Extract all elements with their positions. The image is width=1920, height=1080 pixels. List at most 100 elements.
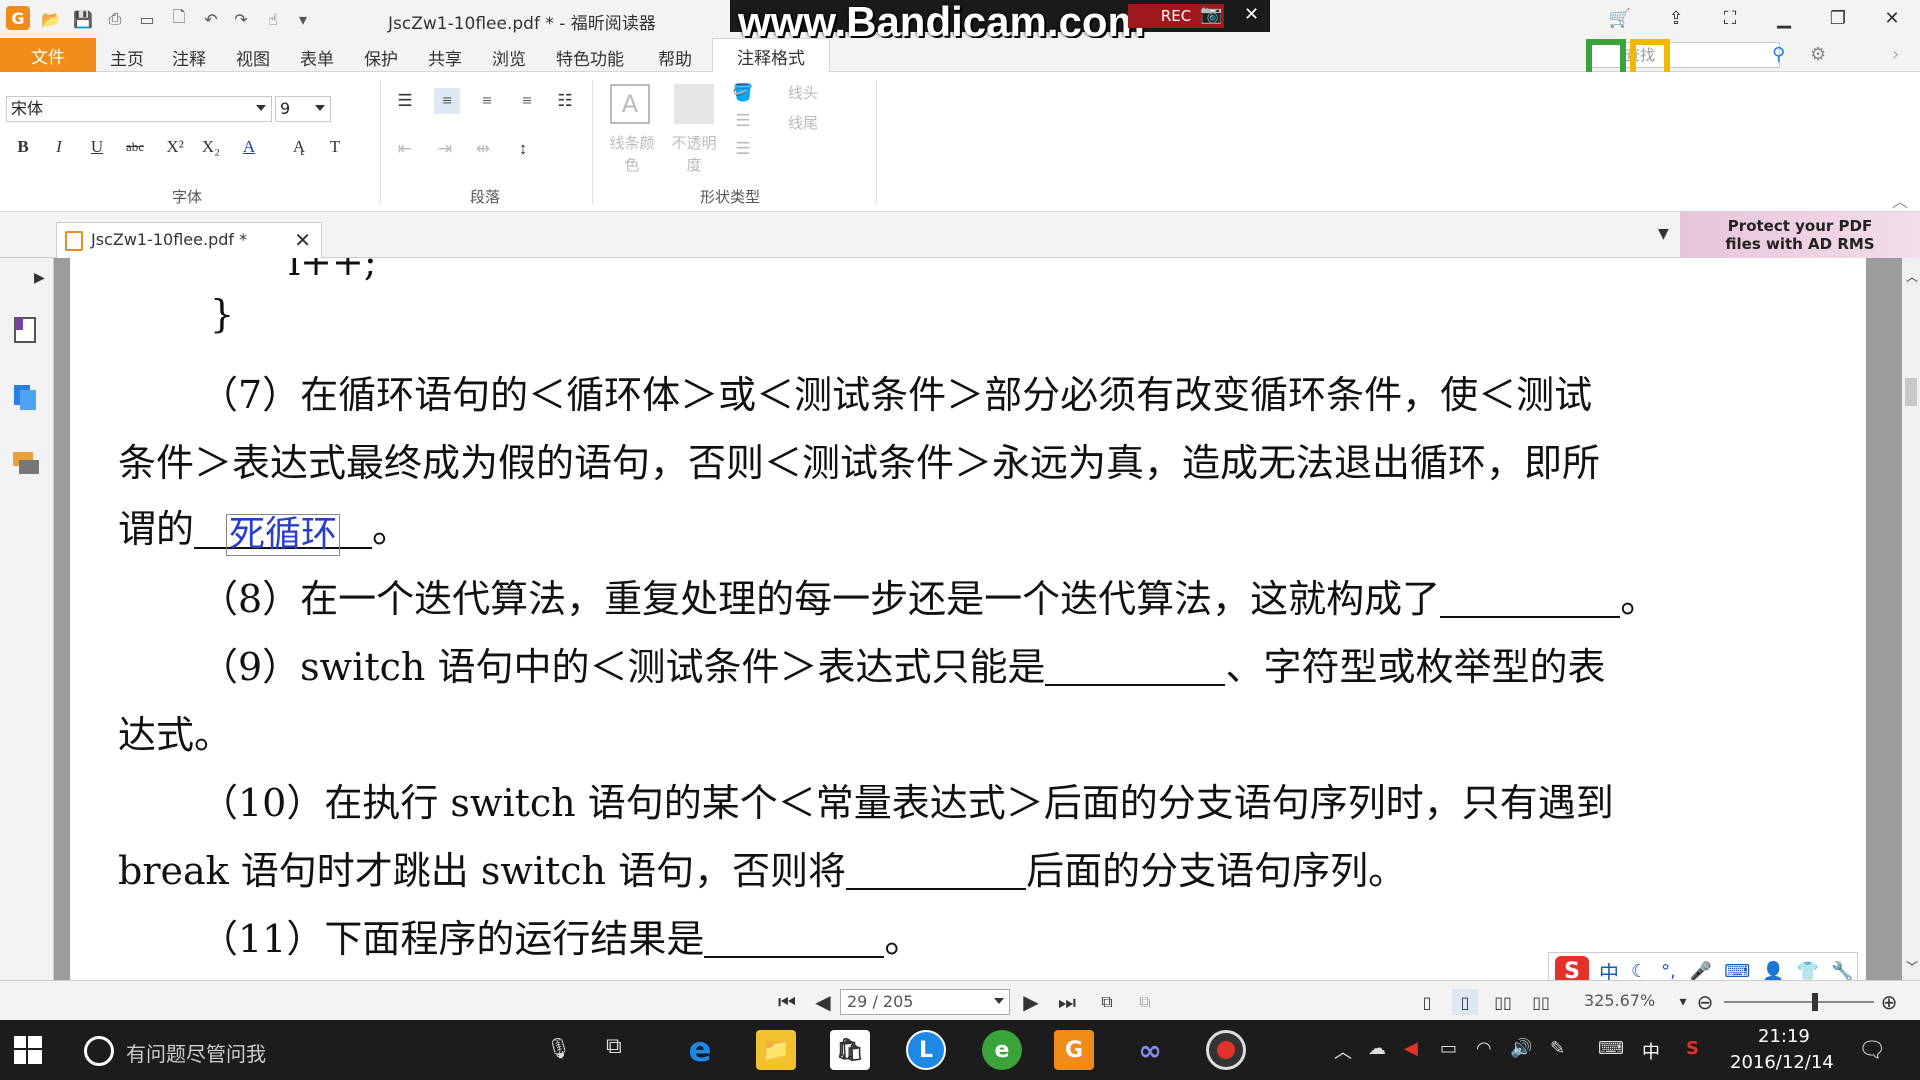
page-number-input[interactable]: 29 / 205 bbox=[840, 989, 1010, 1015]
fill-color-icon[interactable]: 🪣 bbox=[730, 80, 756, 106]
strikethrough-button[interactable]: abc bbox=[122, 134, 148, 160]
bold-button[interactable]: B bbox=[10, 134, 36, 160]
font-name-select[interactable]: 宋体 bbox=[6, 96, 272, 122]
bandicam-record-icon[interactable] bbox=[1206, 1030, 1246, 1070]
menu-home[interactable]: 主页 bbox=[110, 45, 144, 70]
line-color-icon[interactable]: A bbox=[610, 84, 650, 124]
moon-icon[interactable]: ☾ bbox=[1631, 961, 1647, 982]
start-windows-icon[interactable] bbox=[14, 1036, 42, 1064]
line-width-icon[interactable]: ☰ bbox=[730, 136, 756, 162]
document-tab[interactable]: JscZw1-10flee.pdf * ✕ bbox=[56, 222, 322, 258]
foxit-taskbar-icon[interactable]: G bbox=[1054, 1030, 1094, 1070]
collapse-ribbon-icon[interactable]: ︿ bbox=[1892, 188, 1908, 212]
line-style-icon[interactable]: ☰ bbox=[730, 108, 756, 134]
microphone-icon[interactable]: 🎙 bbox=[546, 1036, 571, 1060]
facing-page-icon[interactable]: ▯▯ bbox=[1490, 989, 1516, 1015]
continuous-facing-icon[interactable]: ▯▯ bbox=[1528, 989, 1554, 1015]
infinity-app-icon[interactable]: ∞ bbox=[1130, 1030, 1170, 1070]
menu-form[interactable]: 表单 bbox=[300, 45, 334, 70]
menu-protect[interactable]: 保护 bbox=[364, 45, 398, 70]
task-view-icon[interactable]: ⧉ bbox=[606, 1034, 622, 1059]
minimize-button[interactable]: ▁ bbox=[1764, 4, 1804, 32]
input-language-indicator[interactable]: 中 bbox=[1642, 1038, 1660, 1064]
print-icon[interactable]: ⎙ bbox=[104, 8, 126, 30]
camera-icon[interactable]: 📷 bbox=[1200, 4, 1222, 25]
close-tab-icon[interactable]: ✕ bbox=[294, 223, 311, 257]
new-doc-icon[interactable]: 🗋 bbox=[168, 7, 190, 30]
typed-answer-textbox[interactable]: 死循环 bbox=[226, 514, 341, 556]
share-icon[interactable]: ⇪ bbox=[1656, 4, 1696, 32]
redo-icon[interactable]: ↷ bbox=[230, 8, 252, 30]
font-size-select[interactable]: 9 bbox=[275, 96, 331, 122]
opacity-label[interactable]: 不透明度 bbox=[666, 132, 722, 176]
zoom-slider[interactable] bbox=[1724, 1001, 1874, 1003]
menu-help[interactable]: 帮助 bbox=[658, 45, 692, 70]
zoom-out-icon[interactable]: ⊖ bbox=[1692, 989, 1718, 1015]
open-folder-icon[interactable]: 📂 bbox=[40, 8, 62, 30]
first-page-icon[interactable]: ⏮ bbox=[774, 989, 800, 1015]
align-left-icon[interactable]: ≡ bbox=[434, 88, 460, 114]
skin-icon[interactable]: 👕 bbox=[1797, 961, 1819, 982]
l-app-icon[interactable]: L bbox=[906, 1030, 946, 1070]
scroll-up-icon[interactable]: ︿ bbox=[1906, 268, 1918, 285]
360-browser-icon[interactable]: e bbox=[982, 1030, 1022, 1070]
pdf-page[interactable]: i++; } （7）在循环语句的＜循环体＞或＜测试条件＞部分必须有改变循环条件，… bbox=[70, 258, 1866, 980]
tab-list-dropdown-icon[interactable]: ▼ bbox=[1658, 226, 1669, 242]
menu-browse[interactable]: 浏览 bbox=[492, 45, 526, 70]
zoom-level[interactable]: 325.67% bbox=[1584, 991, 1655, 1010]
show-hidden-icons-icon[interactable]: ︿ bbox=[1334, 1038, 1352, 1064]
underline-button[interactable]: U bbox=[84, 134, 110, 160]
justify-icon[interactable]: ☷ bbox=[552, 88, 578, 114]
edge-browser-icon[interactable]: e bbox=[680, 1030, 720, 1070]
pages-thumbnail-icon[interactable] bbox=[11, 382, 41, 412]
next-page-icon[interactable]: ▶ bbox=[1018, 989, 1044, 1015]
wifi-icon[interactable]: ◠ bbox=[1476, 1038, 1492, 1059]
menu-features[interactable]: 特色功能 bbox=[556, 45, 624, 70]
char-spacing-icon[interactable]: ⇹ bbox=[470, 136, 496, 162]
ribbon-scroll-right-icon[interactable]: › bbox=[1892, 44, 1899, 65]
align-center-icon[interactable]: ≡ bbox=[474, 88, 500, 114]
punctuation-icon[interactable]: °, bbox=[1661, 961, 1676, 982]
previous-view-icon[interactable]: ⧉ bbox=[1094, 989, 1120, 1015]
cart-icon[interactable]: 🛒 bbox=[1600, 4, 1640, 32]
sogou-tray-icon[interactable]: S bbox=[1686, 1038, 1699, 1059]
expand-sidebar-icon[interactable]: ▶ bbox=[34, 270, 45, 286]
bullet-list-icon[interactable]: ☰ bbox=[392, 88, 418, 114]
line-spacing-icon[interactable]: ↕ bbox=[510, 136, 536, 162]
opacity-icon[interactable] bbox=[674, 84, 714, 124]
touch-keyboard-icon[interactable]: ⌨ bbox=[1598, 1038, 1624, 1059]
bandicam-close-icon[interactable]: ✕ bbox=[1244, 4, 1259, 25]
customize-toolbar-icon[interactable]: ▾ bbox=[292, 8, 314, 30]
cortana-icon[interactable] bbox=[84, 1036, 114, 1066]
bookmark-icon[interactable] bbox=[11, 314, 41, 344]
cloud-icon[interactable]: ☁ bbox=[1368, 1038, 1386, 1059]
zoom-in-icon[interactable]: ⊕ bbox=[1876, 989, 1902, 1015]
previous-page-icon[interactable]: ◀ bbox=[810, 989, 836, 1015]
file-explorer-icon[interactable]: 📁 bbox=[756, 1030, 796, 1070]
clock-date[interactable]: 2016/12/14 bbox=[1730, 1052, 1834, 1073]
tab-annotation-format[interactable]: 注释格式 bbox=[712, 38, 830, 73]
undo-icon[interactable]: ↶ bbox=[200, 8, 222, 30]
line-head-label[interactable]: 线头 bbox=[788, 82, 818, 103]
clock-time[interactable]: 21:19 bbox=[1758, 1026, 1810, 1047]
document-view[interactable]: i++; } （7）在循环语句的＜循环体＞或＜测试条件＞部分必须有改变循环条件，… bbox=[54, 258, 1902, 980]
font-color-button[interactable]: A bbox=[236, 134, 262, 160]
single-page-icon[interactable]: ▯ bbox=[1414, 989, 1440, 1015]
menu-comment[interactable]: 注释 bbox=[172, 45, 206, 70]
align-right-icon[interactable]: ≡ bbox=[514, 88, 540, 114]
superscript-button[interactable]: X² bbox=[162, 134, 188, 160]
search-magnifier-icon[interactable]: ⚲ bbox=[1772, 44, 1785, 65]
menu-view[interactable]: 视图 bbox=[236, 45, 270, 70]
foxit-logo-icon[interactable]: G bbox=[6, 6, 30, 30]
italic-button[interactable]: I bbox=[46, 134, 72, 160]
ad-banner[interactable]: Protect your PDF files with AD RMS bbox=[1680, 212, 1920, 258]
continuous-page-icon[interactable]: ▯ bbox=[1452, 989, 1478, 1015]
volume-alert-icon[interactable]: ◀ bbox=[1404, 1038, 1418, 1059]
keyboard-icon[interactable]: ⌨ bbox=[1724, 961, 1750, 982]
microphone-icon[interactable]: 🎤 bbox=[1690, 961, 1712, 982]
text-size-icon[interactable]: T bbox=[322, 134, 348, 160]
action-center-icon[interactable]: 🗨 bbox=[1858, 1038, 1886, 1063]
scrollbar-thumb[interactable] bbox=[1905, 378, 1917, 406]
store-icon[interactable]: 🛍 bbox=[830, 1030, 870, 1070]
indent-decrease-icon[interactable]: ⇤ bbox=[392, 136, 418, 162]
